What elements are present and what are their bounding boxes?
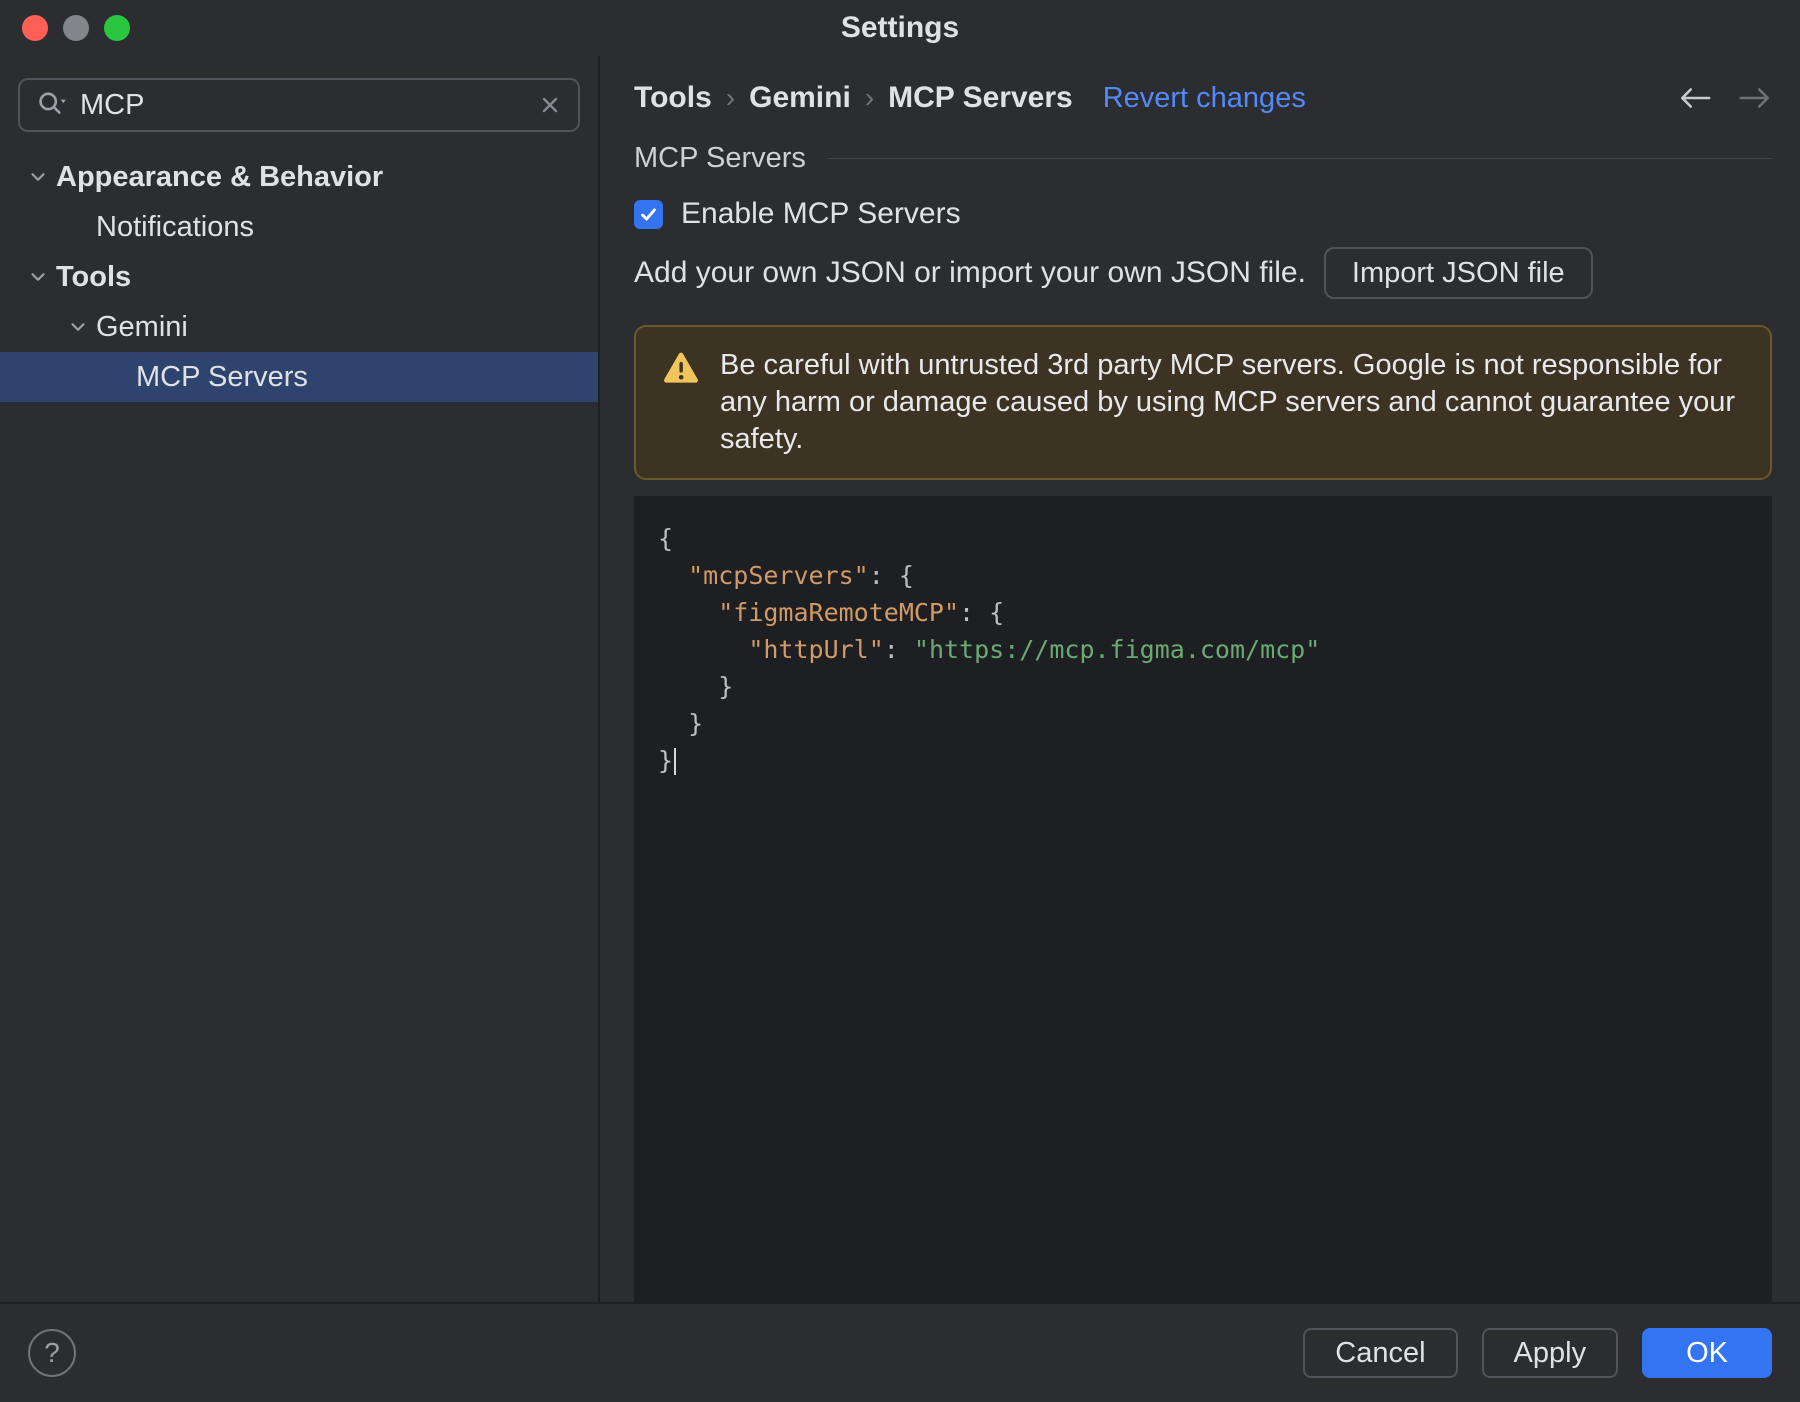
search-icon xyxy=(36,89,68,122)
breadcrumb-separator: › xyxy=(725,82,736,113)
breadcrumb-separator: › xyxy=(864,82,875,113)
chevron-down-icon[interactable] xyxy=(60,316,96,338)
section-title: MCP Servers xyxy=(634,142,806,174)
cancel-button[interactable]: Cancel xyxy=(1303,1328,1458,1378)
enable-mcp-row: Enable MCP Servers xyxy=(634,197,1772,231)
sidebar-item-label: Tools xyxy=(56,260,132,293)
sidebar-item-notifications[interactable]: Notifications xyxy=(0,202,598,252)
window-title: Settings xyxy=(840,11,960,44)
close-window-button[interactable] xyxy=(22,15,48,41)
sidebar-item-appearance-behavior[interactable]: Appearance & Behavior xyxy=(0,152,598,202)
revert-changes-link[interactable]: Revert changes xyxy=(1103,82,1306,115)
chevron-down-icon[interactable] xyxy=(20,266,56,288)
forward-arrow-icon[interactable] xyxy=(1738,85,1772,111)
clear-search-icon[interactable] xyxy=(538,93,562,117)
mcp-json-editor[interactable]: { "mcpServers": { "figmaRemoteMCP": { "h… xyxy=(634,496,1772,1302)
sidebar-item-gemini[interactable]: Gemini xyxy=(0,302,598,352)
warning-icon xyxy=(662,347,700,390)
main-row: Appearance & Behavior Notifications Tools G… xyxy=(0,56,1800,1302)
sidebar-item-label: Appearance & Behavior xyxy=(56,160,384,193)
settings-window: Settings Appearance & Beha xyxy=(0,0,1800,1402)
sidebar-item-label: Notifications xyxy=(96,210,254,243)
minimize-window-button[interactable] xyxy=(63,15,89,41)
breadcrumb-item[interactable]: Tools xyxy=(634,81,712,115)
code-line: "figmaRemoteMCP": { xyxy=(718,598,1005,627)
sidebar-item-mcp-servers[interactable]: MCP Servers xyxy=(0,352,598,402)
import-row: Add your own JSON or import your own JSO… xyxy=(634,247,1772,299)
code-line: "httpUrl": "https://mcp.figma.com/mcp" xyxy=(748,635,1321,664)
warning-banner: Be careful with untrusted 3rd party MCP … xyxy=(634,325,1772,480)
settings-sidebar: Appearance & Behavior Notifications Tools G… xyxy=(0,56,600,1302)
apply-button[interactable]: Apply xyxy=(1481,1328,1619,1378)
breadcrumb: Tools › Gemini › MCP Servers xyxy=(634,81,1073,115)
code-line: } xyxy=(658,742,1748,779)
section-header: MCP Servers xyxy=(634,142,1772,175)
import-json-file-button[interactable]: Import JSON file xyxy=(1323,247,1593,299)
titlebar: Settings xyxy=(0,0,1800,56)
search-input[interactable] xyxy=(80,88,526,122)
import-instructions: Add your own JSON or import your own JSO… xyxy=(634,256,1306,289)
ok-button[interactable]: OK xyxy=(1642,1328,1772,1378)
section-divider xyxy=(827,158,1772,159)
sidebar-item-label: Gemini xyxy=(96,310,188,343)
settings-tree: Appearance & Behavior Notifications Tools G… xyxy=(0,152,598,402)
traffic-lights xyxy=(22,15,130,41)
breadcrumb-item[interactable]: Gemini xyxy=(749,81,851,115)
footer: ? Cancel Apply OK xyxy=(0,1302,1800,1402)
text-caret xyxy=(674,748,677,775)
back-arrow-icon[interactable] xyxy=(1678,85,1712,111)
breadcrumb-item[interactable]: MCP Servers xyxy=(888,81,1073,115)
settings-search-field[interactable] xyxy=(18,78,580,132)
code-line: } xyxy=(658,709,704,738)
code-line: { xyxy=(658,524,674,553)
settings-content: Tools › Gemini › MCP Servers Revert changes … xyxy=(600,56,1800,1302)
code-line: "mcpServers": { xyxy=(688,561,914,590)
zoom-window-button[interactable] xyxy=(104,15,130,41)
sidebar-item-label: MCP Servers xyxy=(136,360,308,393)
enable-mcp-servers-label: Enable MCP Servers xyxy=(681,197,961,230)
warning-text: Be careful with untrusted 3rd party MCP … xyxy=(720,349,1736,455)
enable-mcp-servers-checkbox[interactable] xyxy=(634,199,663,229)
chevron-down-icon[interactable] xyxy=(20,166,56,188)
breadcrumb-row: Tools › Gemini › MCP Servers Revert changes xyxy=(634,80,1772,116)
help-icon[interactable]: ? xyxy=(28,1329,76,1377)
sidebar-item-tools[interactable]: Tools xyxy=(0,252,598,302)
code-line: } xyxy=(658,672,734,701)
